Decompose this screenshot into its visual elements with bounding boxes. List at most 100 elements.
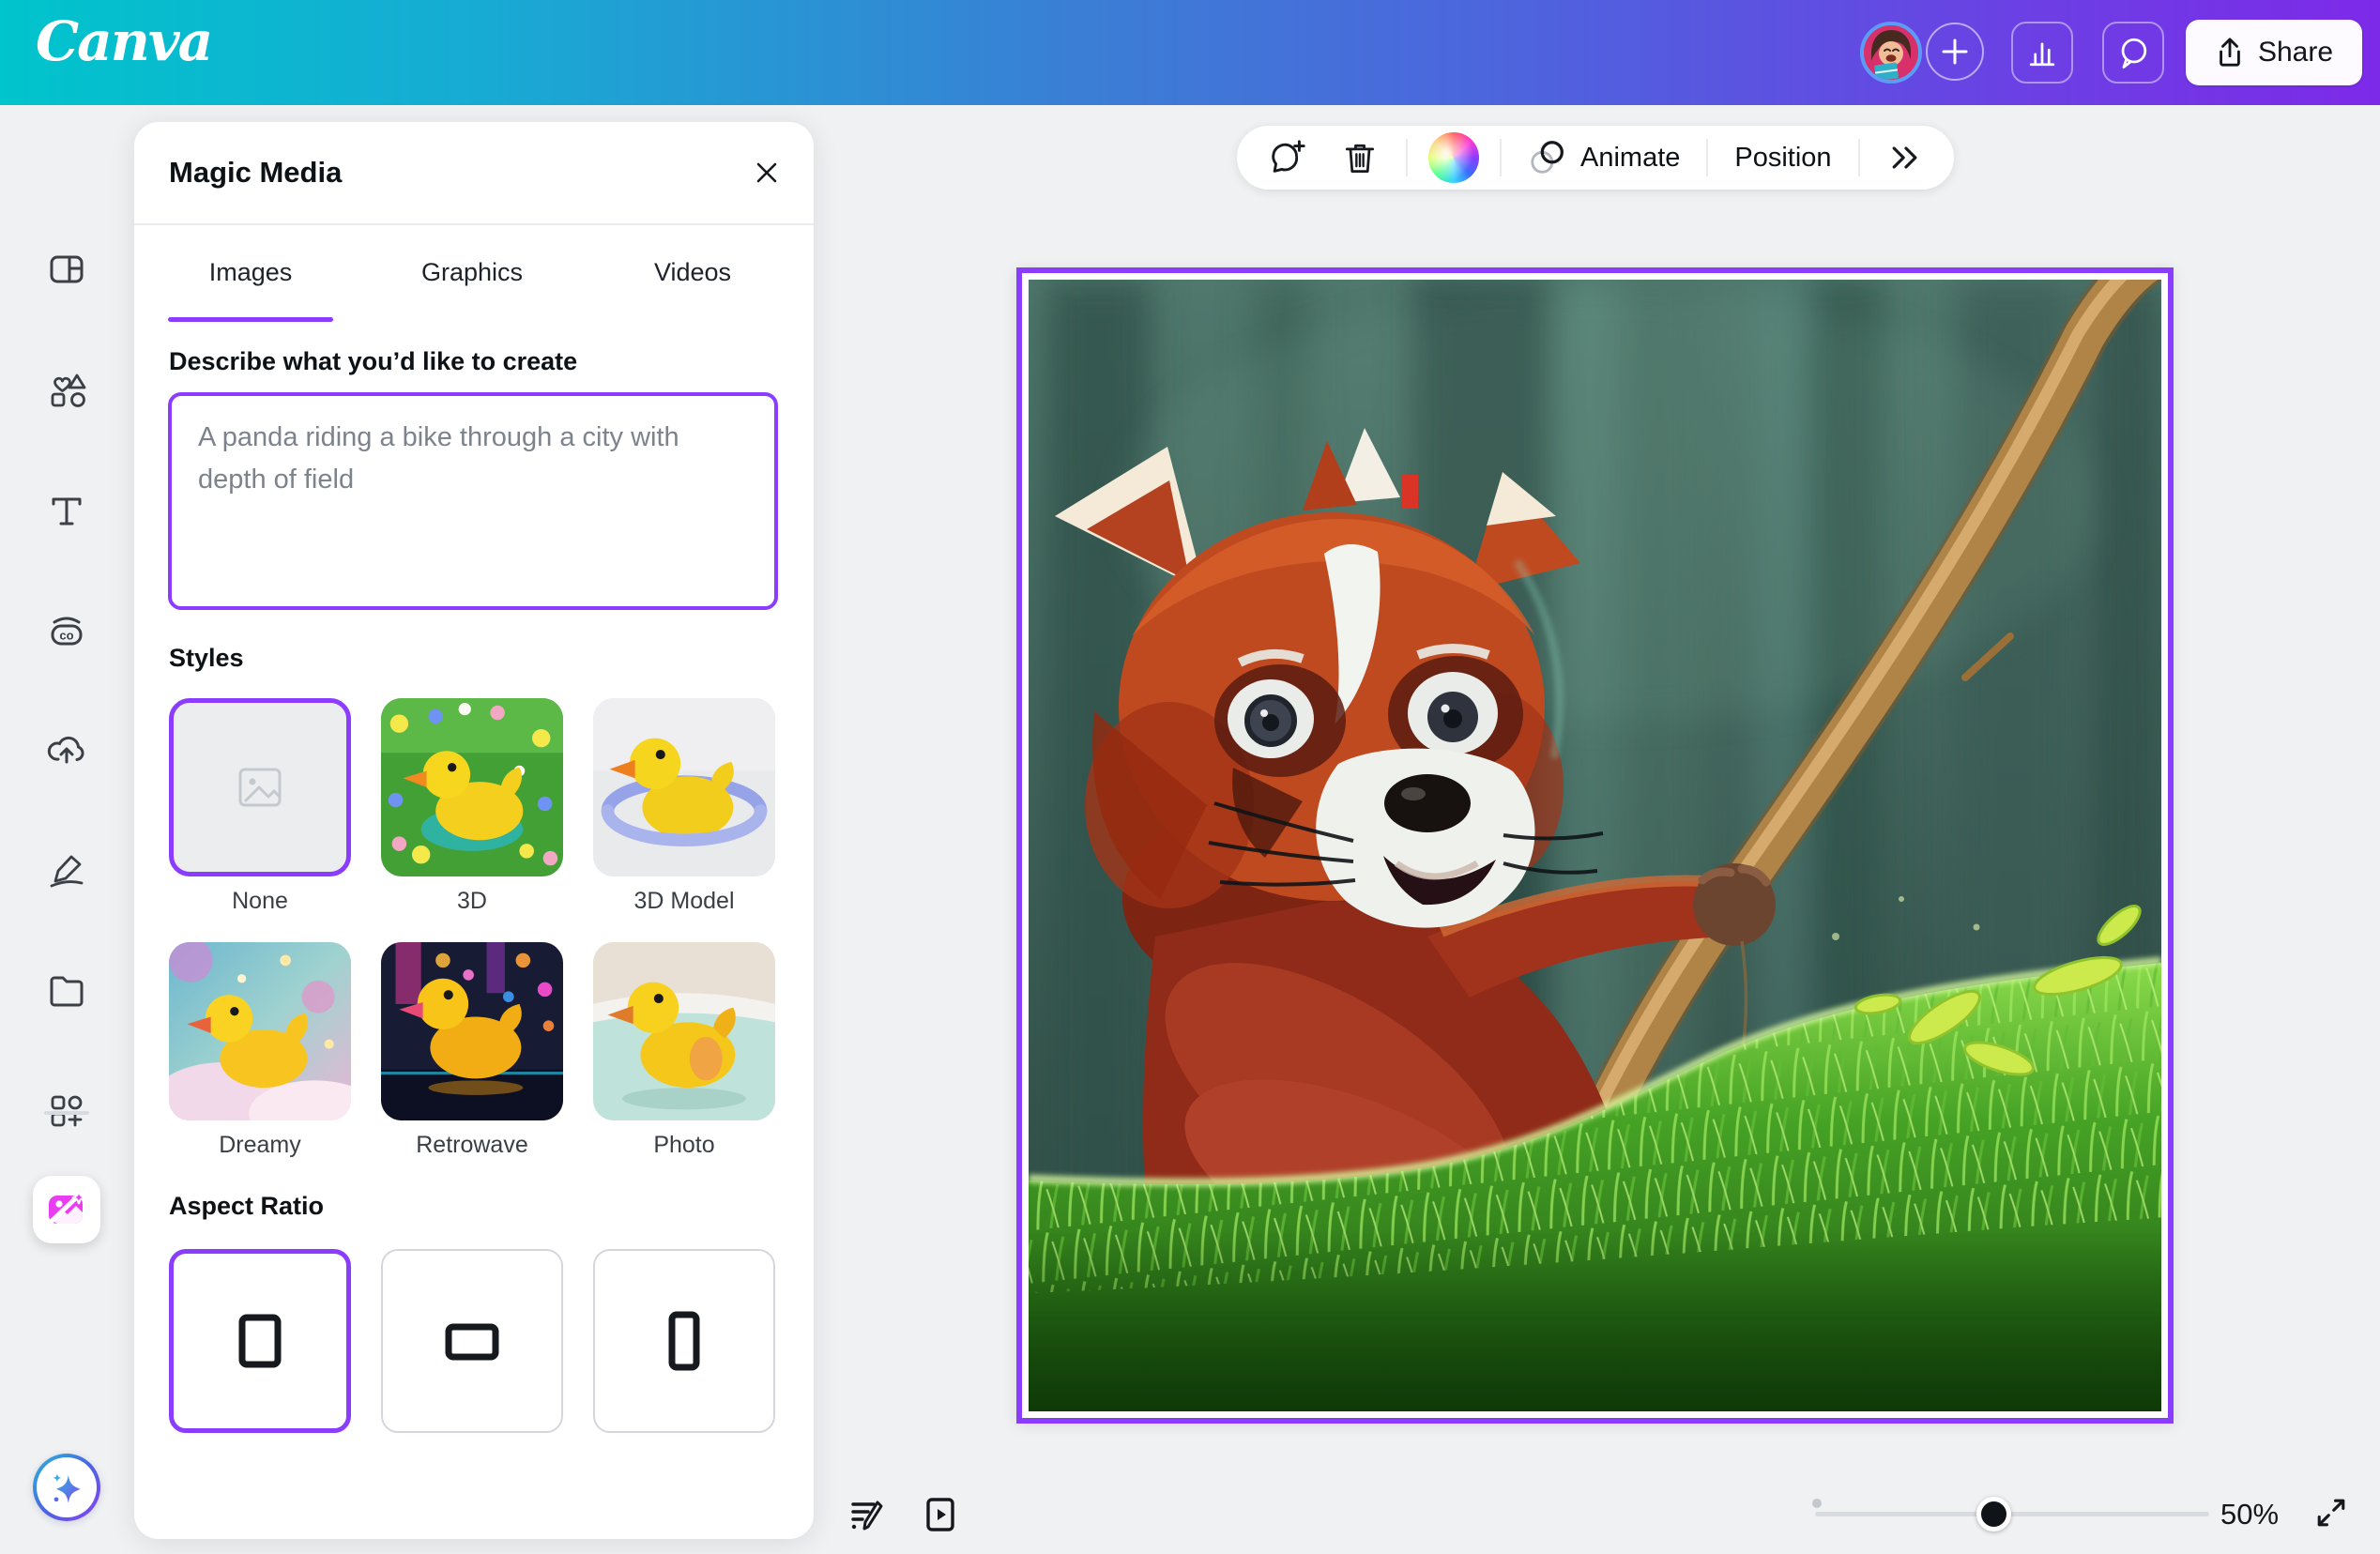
- zoom-fit-notch: [1812, 1499, 1822, 1508]
- tab-videos-label: Videos: [654, 258, 731, 287]
- style-thumb-retrowave-art: [381, 942, 563, 1120]
- tab-graphics[interactable]: Graphics: [389, 244, 555, 300]
- notes-button[interactable]: [843, 1490, 892, 1539]
- style-option-none[interactable]: None: [169, 698, 351, 915]
- style-label: 3D Model: [593, 888, 775, 915]
- toolbar-divider: [1406, 139, 1408, 176]
- animate-label: Animate: [1580, 143, 1680, 174]
- play-icon: [919, 1493, 962, 1536]
- toolbar-divider: [1858, 139, 1860, 176]
- double-chevron-right-icon: [1886, 139, 1924, 176]
- aspect-option-landscape[interactable]: [381, 1249, 563, 1433]
- uploads-cloud-icon: [45, 728, 88, 771]
- add-member-button[interactable]: [1926, 23, 1984, 81]
- avatar[interactable]: [1860, 22, 1922, 84]
- sparkle-icon: [46, 1467, 87, 1508]
- tab-images-label: Images: [209, 258, 293, 287]
- comments-button[interactable]: [2102, 22, 2164, 84]
- toolbar-divider: [1500, 139, 1502, 176]
- share-upload-icon: [2215, 37, 2245, 69]
- animate-button[interactable]: Animate: [1522, 133, 1686, 182]
- design-icon: [45, 248, 88, 291]
- chat-bubble-icon: [2113, 33, 2153, 72]
- style-thumb-dreamy-art: [169, 942, 351, 1120]
- add-comment-button[interactable]: [1261, 133, 1314, 182]
- sidebar-item-projects[interactable]: [37, 960, 97, 1020]
- brand-icon: co: [45, 609, 88, 652]
- brand-icon-text: co: [59, 629, 73, 643]
- topbar: Canva: [0, 0, 2380, 105]
- sidebar: co: [0, 105, 133, 1554]
- sidebar-item-magic-media[interactable]: [33, 1176, 100, 1243]
- sidebar-item-text[interactable]: [37, 480, 97, 541]
- zoom-slider-track[interactable]: [1815, 1512, 2209, 1516]
- style-option-3d-model[interactable]: 3D Model: [593, 698, 775, 915]
- sidebar-item-elements[interactable]: [37, 360, 97, 420]
- style-option-photo[interactable]: Photo: [593, 942, 775, 1159]
- style-thumb-dreamy: [169, 942, 351, 1120]
- style-option-dreamy[interactable]: Dreamy: [169, 942, 351, 1159]
- sidebar-item-brand[interactable]: co: [37, 601, 97, 661]
- trash-icon: [1340, 138, 1380, 177]
- magic-media-app-icon: [45, 1188, 88, 1231]
- share-label: Share: [2258, 37, 2333, 69]
- zoom-percent[interactable]: 50%: [2220, 1498, 2279, 1531]
- panel-close-button[interactable]: [744, 150, 789, 195]
- color-picker-button[interactable]: [1428, 132, 1479, 183]
- panel-title: Magic Media: [169, 156, 342, 190]
- style-thumb-photo-art: [593, 942, 775, 1120]
- sidebar-divider: [44, 1111, 89, 1115]
- tab-images[interactable]: Images: [168, 244, 333, 300]
- aspect-ratio-heading: Aspect Ratio: [169, 1192, 324, 1221]
- style-thumb-3d-model: [593, 698, 775, 876]
- tab-graphics-label: Graphics: [421, 258, 523, 287]
- sidebar-item-design[interactable]: [37, 239, 97, 299]
- zoom-slider-knob[interactable]: [1976, 1497, 2011, 1531]
- more-options-button[interactable]: [1881, 135, 1930, 180]
- style-option-3d[interactable]: 3D: [381, 698, 563, 915]
- style-thumb-retrowave: [381, 942, 563, 1120]
- sidebar-item-draw[interactable]: [37, 840, 97, 900]
- insights-button[interactable]: [2011, 22, 2073, 84]
- canvas-page-selected[interactable]: [1016, 267, 2174, 1424]
- delete-button[interactable]: [1335, 134, 1385, 181]
- style-thumb-3d-art: [381, 698, 563, 876]
- comment-plus-icon: [1267, 137, 1308, 178]
- bar-chart-icon: [2023, 34, 2061, 71]
- styles-heading: Styles: [169, 644, 244, 673]
- plus-icon: [1939, 36, 1971, 68]
- style-label: 3D: [381, 888, 563, 915]
- generated-image-red-panda: [1029, 280, 2161, 1411]
- close-icon: [753, 159, 781, 187]
- style-option-retrowave[interactable]: Retrowave: [381, 942, 563, 1159]
- magic-media-panel: Magic Media Images Graphics Videos Descr…: [134, 122, 814, 1539]
- aspect-landscape-icon: [425, 1294, 519, 1388]
- style-label: None: [169, 888, 351, 915]
- canva-logo: Canva: [36, 9, 211, 73]
- prompt-input[interactable]: [168, 392, 778, 610]
- expand-arrows-icon: [2311, 1493, 2351, 1532]
- sidebar-item-uploads[interactable]: [37, 720, 97, 780]
- aspect-portrait-icon: [637, 1294, 731, 1388]
- present-button[interactable]: [916, 1490, 965, 1539]
- toolbar-divider: [1706, 139, 1708, 176]
- style-thumb-3d-model-art: [593, 698, 775, 876]
- draw-pen-icon: [45, 848, 88, 891]
- aspect-option-portrait[interactable]: [593, 1249, 775, 1433]
- position-button[interactable]: Position: [1729, 139, 1837, 177]
- aspect-square-icon: [213, 1294, 307, 1388]
- folder-icon: [45, 968, 88, 1012]
- element-toolbar: Animate Position: [1237, 126, 1954, 190]
- aspect-option-square[interactable]: [169, 1249, 351, 1433]
- describe-label: Describe what you’d like to create: [169, 347, 577, 376]
- document-actions: [843, 1490, 965, 1539]
- style-label: Retrowave: [381, 1132, 563, 1159]
- panel-header-divider: [134, 223, 814, 225]
- canva-assistant-button[interactable]: [33, 1454, 100, 1521]
- style-thumb-photo: [593, 942, 775, 1120]
- share-button[interactable]: Share: [2186, 20, 2362, 85]
- fullscreen-button[interactable]: [2309, 1490, 2354, 1535]
- active-tab-underline: [168, 317, 333, 322]
- image-placeholder-icon: [233, 760, 287, 815]
- tab-videos[interactable]: Videos: [610, 244, 775, 300]
